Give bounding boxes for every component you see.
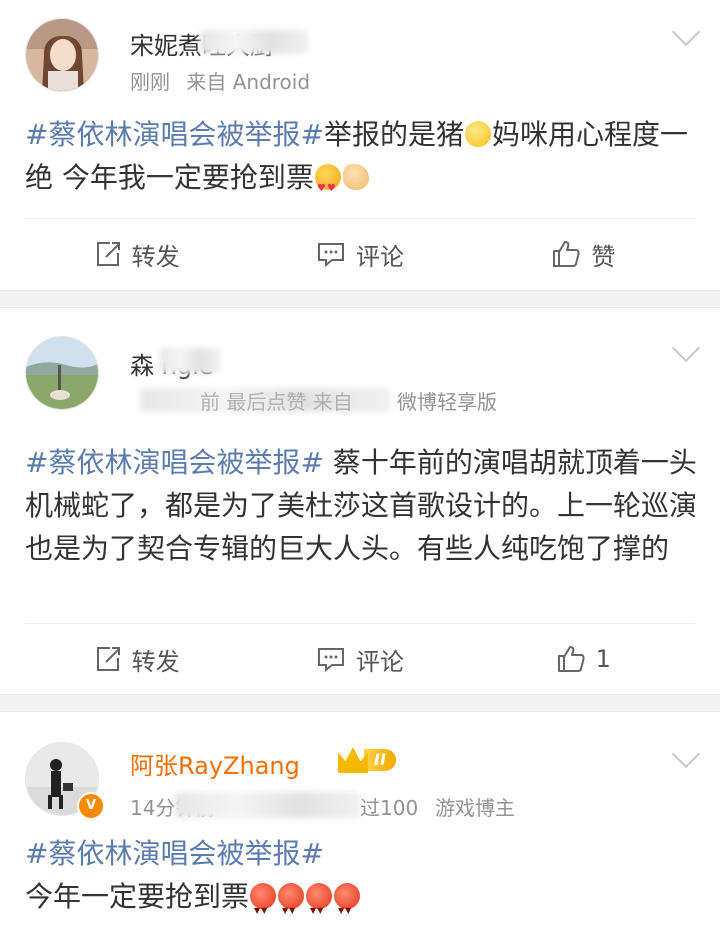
- repost-button[interactable]: 转发: [25, 237, 248, 272]
- comment-button[interactable]: 评论: [248, 642, 471, 677]
- post-text: #蔡依林演唱会被举报# 蔡十年前的演唱胡就顶着一头机械蛇了，都是为了美杜莎这首歌…: [25, 446, 698, 565]
- meta-count: 过100: [360, 796, 419, 820]
- post-source: 来自 Android: [186, 70, 311, 94]
- hashtag-link[interactable]: #蔡依林演唱会被举报#: [25, 118, 324, 151]
- chevron-down-icon[interactable]: [671, 739, 701, 769]
- angry-emoji-icon: [278, 883, 305, 932]
- post-card-1: 宋妮煮旺大厨 刚刚 来自 Android #蔡依林演唱会被举报#举报的是猪妈咪用…: [0, 0, 720, 290]
- heart-eyes-emoji-icon: [314, 164, 341, 210]
- comment-label: 评论: [355, 242, 404, 271]
- creator-tag[interactable]: 游戏博主: [435, 792, 515, 821]
- repost-label: 转发: [131, 647, 180, 676]
- angry-emoji-icon: [334, 883, 361, 932]
- angry-emoji-icon: [250, 883, 277, 932]
- thumbs-up-icon: [557, 646, 585, 672]
- comment-icon: [317, 243, 344, 268]
- user-name[interactable]: 阿张RayZhang: [130, 746, 300, 781]
- action-bar: 转发 评论 1: [25, 623, 695, 694]
- hashtag-link[interactable]: #蔡依林演唱会被举报#: [25, 446, 324, 479]
- vip-level: II: [364, 749, 396, 771]
- post-meta: 刚刚 来自 Android: [130, 66, 310, 95]
- chevron-down-icon[interactable]: [671, 17, 701, 47]
- hashtag-link[interactable]: #蔡依林演唱会被举报#: [25, 837, 324, 870]
- post-text: #蔡依林演唱会被举报# 今年一定要抢到票: [25, 832, 698, 932]
- like-label: 赞: [591, 242, 616, 271]
- repost-icon: [96, 242, 120, 266]
- repost-icon: [96, 647, 120, 671]
- avatar[interactable]: [25, 336, 99, 410]
- action-bar: 转发 评论 赞: [25, 218, 695, 289]
- like-button[interactable]: 赞: [472, 237, 695, 272]
- post-card-2: 森 ngle 前 最后点赞 来自 微博轻享版 #蔡依林演唱会被举报# 蔡十年前的…: [0, 308, 720, 694]
- comment-button[interactable]: 评论: [248, 237, 471, 272]
- like-button[interactable]: 1: [472, 644, 695, 674]
- meta-redaction: [175, 792, 360, 818]
- like-count: 1: [595, 645, 611, 673]
- vip-level-badge[interactable]: II: [338, 745, 396, 775]
- name-redaction: [200, 30, 308, 54]
- feed-separator: [0, 694, 720, 712]
- ok-hand-emoji-icon: [342, 164, 369, 190]
- avatar[interactable]: [25, 18, 99, 92]
- repost-label: 转发: [131, 242, 180, 271]
- meta-prefix: 前 最后点赞 来自: [200, 390, 353, 414]
- thinking-emoji-icon: [464, 121, 491, 147]
- post-meta: 前 最后点赞 来自: [200, 386, 353, 415]
- chevron-down-icon[interactable]: [671, 333, 701, 363]
- post-card-3: V 阿张RayZhang II 14分钟前 过100 游戏博主 #蔡依林演唱会被…: [0, 712, 720, 937]
- post-source: 微博轻享版: [397, 390, 497, 414]
- comment-icon: [317, 648, 344, 673]
- repost-button[interactable]: 转发: [25, 642, 248, 677]
- name-redaction: [160, 348, 220, 374]
- comment-label: 评论: [355, 647, 404, 676]
- angry-emoji-icon: [306, 883, 333, 932]
- post-text: #蔡依林演唱会被举报#举报的是猪 妈咪用心程度一绝 今年我一定要抢到票: [25, 113, 698, 210]
- verified-badge-icon: V: [77, 792, 105, 820]
- feed-separator: [0, 290, 720, 308]
- post-time: 刚刚: [130, 70, 170, 94]
- thumbs-up-icon: [553, 241, 580, 267]
